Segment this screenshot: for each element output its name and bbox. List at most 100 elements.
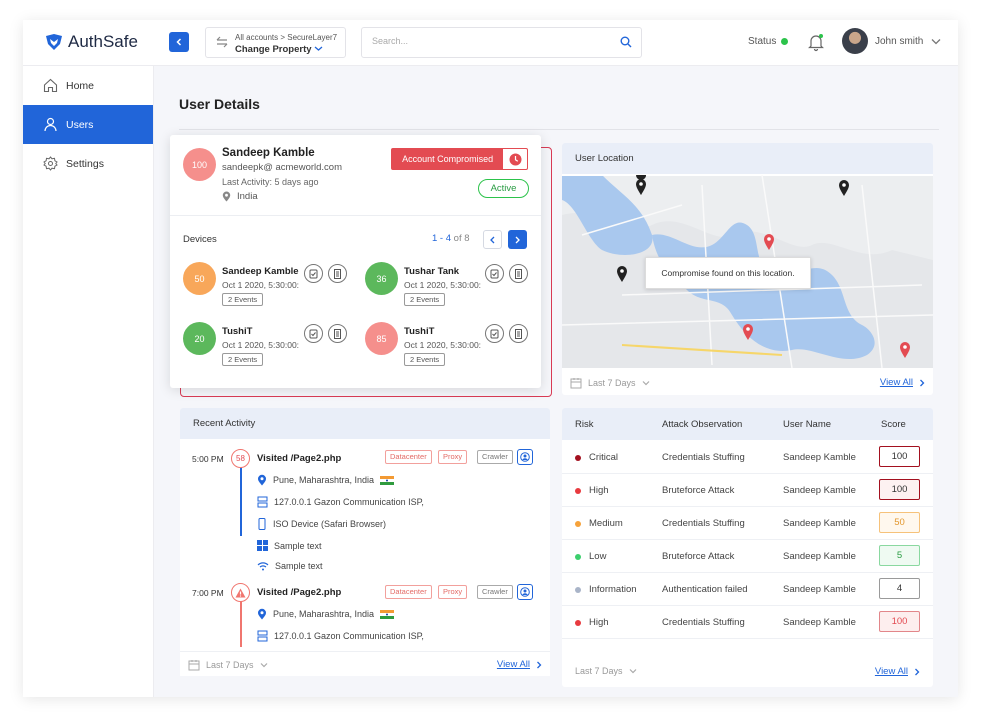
- device-icon[interactable]: [485, 324, 504, 343]
- chevron-down-icon: [642, 381, 649, 386]
- table-row[interactable]: High Bruteforce Attack Sandeep Kamble 100: [562, 474, 933, 507]
- user-badge-icon[interactable]: [517, 449, 533, 465]
- risk-date-range[interactable]: Last 7 Days: [575, 666, 637, 676]
- search-icon[interactable]: [620, 36, 632, 48]
- column-user-name[interactable]: User Name: [783, 419, 831, 430]
- devices-label: Devices: [183, 234, 217, 245]
- device-item[interactable]: 85 TushiT Oct 1 2020, 5:30:00: 2 Events: [365, 322, 545, 372]
- view-all-label: View All: [879, 377, 913, 388]
- change-property-dropdown[interactable]: Change Property: [235, 44, 323, 55]
- sidebar-item-label: Users: [66, 118, 94, 131]
- pager-prev-button[interactable]: [483, 230, 502, 249]
- breadcrumb-account[interactable]: SecureLayer7: [287, 33, 337, 42]
- chevron-right-icon: [537, 661, 542, 668]
- location-date-range[interactable]: Last 7 Days: [570, 377, 650, 389]
- sidebar-item-home[interactable]: Home: [23, 66, 153, 105]
- avatar[interactable]: [842, 28, 868, 54]
- score-badge: 4: [879, 578, 920, 599]
- attack-observation: Credentials Stuffing: [662, 518, 745, 529]
- view-all-label: View All: [874, 666, 908, 677]
- device-icon[interactable]: [485, 264, 504, 283]
- profile-card: 100 Sandeep Kamble sandeepk@ acmeworld.c…: [170, 135, 541, 388]
- event-title[interactable]: Visited /Page2.php: [257, 453, 341, 464]
- brand-logo[interactable]: AuthSafe: [45, 32, 138, 52]
- risk-level-label: Medium: [589, 518, 623, 529]
- user-menu[interactable]: John smith: [875, 36, 941, 47]
- location-view-all-link[interactable]: View All: [880, 377, 925, 388]
- breadcrumb-all-accounts[interactable]: All accounts: [235, 33, 278, 42]
- home-icon: [43, 78, 58, 93]
- column-risk[interactable]: Risk: [575, 419, 593, 430]
- swap-icon: [216, 36, 228, 48]
- user-badge-icon[interactable]: [517, 584, 533, 600]
- device-icon[interactable]: [304, 324, 323, 343]
- server-icon[interactable]: [328, 324, 347, 343]
- event-location: Pune, Maharashtra, India: [273, 475, 375, 485]
- wifi-icon: [257, 562, 269, 571]
- device-events-badge[interactable]: 2 Events: [404, 293, 446, 306]
- risk-dot: [575, 454, 581, 461]
- risk-dot: [575, 619, 581, 626]
- device-icon[interactable]: [304, 264, 323, 283]
- event-score-marker: 58: [231, 449, 250, 468]
- device-item[interactable]: 36 Tushar Tank Oct 1 2020, 5:30:00: 2 Ev…: [365, 262, 545, 312]
- table-row[interactable]: Critical Credentials Stuffing Sandeep Kamb…: [562, 441, 933, 474]
- device-item[interactable]: 20 TushiT Oct 1 2020, 5:30:00: 2 Events: [183, 322, 363, 372]
- account-switcher[interactable]: All accounts > SecureLayer7 Change Prope…: [205, 27, 346, 58]
- table-row[interactable]: Low Bruteforce Attack Sandeep Kamble 5: [562, 540, 933, 573]
- location-footer: Last 7 Days View All: [562, 370, 933, 395]
- table-row[interactable]: Medium Credentials Stuffing Sandeep Kamble…: [562, 507, 933, 540]
- device-score: 36: [365, 262, 398, 295]
- activity-date-range[interactable]: Last 7 Days: [188, 659, 268, 671]
- column-attack-observation[interactable]: Attack Observation: [662, 419, 742, 430]
- risk-dot: [575, 553, 581, 560]
- search-input[interactable]: [372, 36, 612, 46]
- server-icon[interactable]: [328, 264, 347, 283]
- sidebar-item-users[interactable]: Users: [23, 105, 153, 144]
- pager-next-button[interactable]: [508, 230, 527, 249]
- tag-proxy: Proxy: [438, 450, 468, 464]
- device-item[interactable]: 50 Sandeep Kamble Oct 1 2020, 5:30:00: 2…: [183, 262, 363, 312]
- server-icon[interactable]: [509, 324, 528, 343]
- risk-score-badge: 100: [183, 148, 216, 181]
- column-score[interactable]: Score: [881, 419, 906, 430]
- sidebar-item-settings[interactable]: Settings: [23, 144, 153, 183]
- event-title[interactable]: Visited /Page2.php: [257, 587, 341, 598]
- risk-level-label: High: [589, 485, 609, 496]
- profile-last-activity: Last Activity: 5 days ago: [222, 177, 319, 187]
- account-compromised-badge[interactable]: Account Compromised: [391, 148, 528, 170]
- user-location-card: User Location Compromise found on this l…: [562, 143, 933, 395]
- top-bar: AuthSafe All accounts > SecureLayer7 Cha…: [23, 20, 958, 66]
- risk-view-all-link[interactable]: View All: [875, 666, 920, 677]
- gear-icon: [43, 156, 58, 171]
- risk-level: Medium: [575, 518, 623, 529]
- table-row[interactable]: High Credentials Stuffing Sandeep Kamble 10…: [562, 606, 933, 639]
- timeline-line: [240, 466, 242, 536]
- score-badge: 100: [879, 611, 920, 632]
- risk-level: High: [575, 617, 609, 628]
- attack-observation: Credentials Stuffing: [662, 452, 745, 463]
- device-events-badge[interactable]: 2 Events: [222, 293, 264, 306]
- user-name: John smith: [875, 36, 924, 47]
- table-row[interactable]: Information Authentication failed Sandeep …: [562, 573, 933, 606]
- score-badge: 100: [879, 446, 920, 467]
- bell-icon[interactable]: [807, 32, 825, 52]
- device-name: TushiT: [222, 326, 253, 337]
- phone-icon: [258, 518, 266, 530]
- clock-alert-icon[interactable]: [503, 149, 527, 169]
- tag-datacenter: Datacenter: [385, 585, 432, 599]
- risk-level-label: Information: [589, 584, 637, 595]
- device-events-badge[interactable]: 2 Events: [404, 353, 446, 366]
- device-events-badge[interactable]: 2 Events: [222, 353, 264, 366]
- devices-pager: 1 - 4 of 8: [432, 233, 470, 244]
- activity-view-all-link[interactable]: View All: [497, 659, 542, 670]
- server-icon[interactable]: [509, 264, 528, 283]
- location-map[interactable]: Compromise found on this location.: [562, 175, 933, 368]
- attack-observation: Bruteforce Attack: [662, 551, 735, 562]
- collapse-sidebar-button[interactable]: [169, 32, 189, 52]
- active-status-badge: Active: [478, 179, 529, 198]
- account-compromised-label: Account Compromised: [392, 149, 504, 169]
- activity-footer: Last 7 Days View All: [180, 651, 550, 676]
- risk-level: Low: [575, 551, 606, 562]
- risk-dot: [575, 520, 581, 527]
